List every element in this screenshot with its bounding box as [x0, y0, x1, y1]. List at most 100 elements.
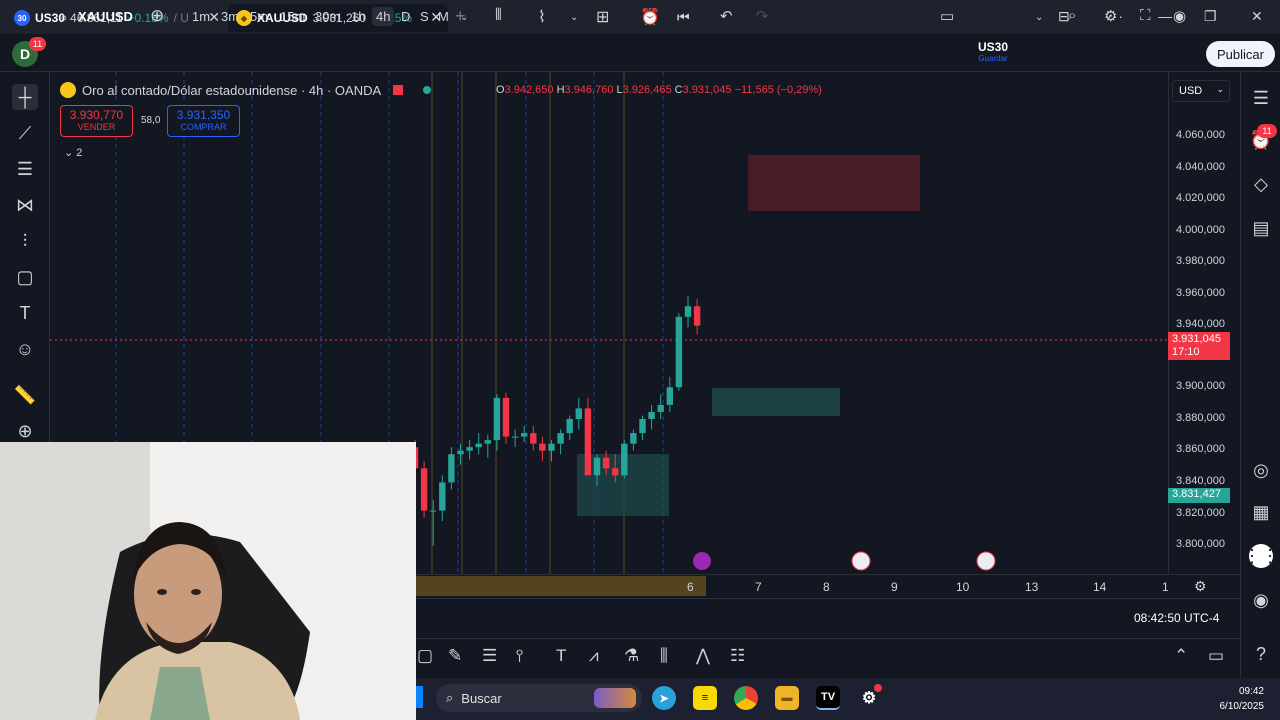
- candle-body: [612, 468, 619, 476]
- volume-profile-icon[interactable]: ⫼: [660, 646, 668, 666]
- fib-tool-icon[interactable]: ☰: [482, 646, 497, 666]
- compare-symbol[interactable]: US30 Guardar: [978, 40, 1008, 63]
- add-symbol-icon[interactable]: ⊕: [150, 6, 164, 26]
- layers-icon[interactable]: ◇: [1249, 172, 1273, 196]
- calendar-icon[interactable]: ▦: [1249, 500, 1273, 524]
- timeframe-4h[interactable]: 4h: [372, 7, 395, 26]
- utc-clock[interactable]: 08:42:50 UTC-4: [1134, 611, 1219, 625]
- brush-icon[interactable]: ✎: [448, 646, 462, 666]
- candle-body: [493, 397, 501, 441]
- candle-body: [639, 418, 646, 434]
- alert-icon[interactable]: ⏰: [640, 7, 660, 27]
- camera-icon[interactable]: ◉: [1173, 7, 1186, 25]
- quick-search-icon[interactable]: ⌕: [1068, 7, 1076, 24]
- close-label: C: [674, 84, 683, 96]
- forecast-icon[interactable]: ⫶: [12, 228, 38, 254]
- timeframe-d[interactable]: D: [401, 9, 410, 24]
- candle-body: [557, 433, 564, 444]
- buy-button[interactable]: 3.931,350 COMPRAR: [167, 105, 240, 137]
- chevron-down-icon[interactable]: ⌄: [570, 12, 578, 23]
- timeframe-5m[interactable]: 5m: [250, 9, 268, 24]
- chat-icon[interactable]: ▤: [1249, 216, 1273, 240]
- date-label: 7: [755, 580, 762, 594]
- system-clock[interactable]: 09:42 6/10/2025: [1200, 684, 1265, 714]
- candle-body: [593, 457, 601, 476]
- emoji-icon[interactable]: ☺: [12, 336, 38, 362]
- timeframe-3m[interactable]: 3m: [221, 9, 239, 24]
- date-label: 14: [1093, 580, 1107, 594]
- settings-icon[interactable]: ⚙: [1104, 7, 1117, 25]
- candle-body: [566, 418, 573, 434]
- pattern-icon[interactable]: ⋈: [12, 192, 38, 218]
- taskbar-search[interactable]: ⌕ Buscar: [436, 684, 642, 712]
- restore-icon[interactable]: ❐: [1204, 8, 1217, 25]
- symbol-search[interactable]: XAUUSD: [78, 9, 133, 24]
- long-short-icon[interactable]: ⫯: [516, 646, 523, 666]
- timeframe-s[interactable]: S: [420, 9, 429, 24]
- layouts-icon[interactable]: ⊞: [596, 7, 609, 27]
- ruler-icon[interactable]: 📏: [12, 382, 38, 408]
- candle-body: [466, 447, 473, 451]
- chevron-down-icon[interactable]: ⌄: [460, 12, 468, 23]
- price-label: 3.960,000: [1176, 287, 1225, 299]
- timeframe-m[interactable]: M: [438, 9, 449, 24]
- shape-icon[interactable]: ▢: [12, 264, 38, 290]
- search-icon[interactable]: ⌕: [60, 9, 68, 26]
- low-value: 3.926,465: [622, 84, 672, 96]
- candle-body: [657, 404, 664, 412]
- sell-button[interactable]: 3.930,770 VENDER: [60, 105, 133, 137]
- price-label: 3.940,000: [1176, 318, 1225, 330]
- target-icon[interactable]: ◎: [1249, 458, 1273, 482]
- fib-icon[interactable]: ☰: [12, 156, 38, 182]
- path-icon[interactable]: ⩘: [589, 646, 599, 666]
- chevron-down-icon[interactable]: ⌄: [1035, 12, 1043, 23]
- notification-dot: [874, 684, 882, 692]
- text-tool-icon[interactable]: T: [556, 646, 566, 666]
- candles-icon[interactable]: ⫴: [495, 7, 502, 25]
- notes-app-icon[interactable]: ≡: [693, 686, 717, 710]
- apps-icon[interactable]: ⋮⋮: [1243, 544, 1279, 568]
- paint-icon[interactable]: ⚗: [624, 646, 639, 666]
- chrome-icon[interactable]: [734, 686, 758, 710]
- axis-settings-icon[interactable]: ⚙: [1194, 578, 1207, 595]
- text-icon[interactable]: T: [12, 300, 38, 326]
- crosshair-icon[interactable]: ┼: [12, 84, 38, 110]
- chevron-up-icon[interactable]: ⌃: [1174, 646, 1188, 666]
- rectangle-icon[interactable]: ▢: [417, 646, 433, 666]
- start-icon[interactable]: [416, 686, 423, 708]
- currency-select[interactable]: USD ⌄: [1172, 80, 1230, 102]
- instrument-title[interactable]: Oro al contado/Dólar estadounidense · 4h…: [82, 83, 381, 98]
- high-label: H: [556, 84, 565, 96]
- telegram-icon[interactable]: ➤: [652, 686, 676, 710]
- timeframe-1h[interactable]: 1h: [351, 9, 365, 24]
- timeframe-30m[interactable]: 30m: [315, 9, 340, 24]
- settings-list-icon[interactable]: ☷: [730, 646, 745, 666]
- fullscreen-box-icon[interactable]: ▭: [940, 7, 954, 25]
- redo-icon[interactable]: ↷: [756, 7, 769, 25]
- file-explorer-icon[interactable]: ▬: [775, 686, 799, 710]
- price-label: 3.840,000: [1176, 475, 1225, 487]
- minimize-icon[interactable]: —: [1158, 8, 1172, 24]
- indicators-count: 2: [76, 147, 83, 159]
- trendline-icon[interactable]: ⟋: [12, 120, 38, 146]
- timeframe-15m[interactable]: 15m: [280, 9, 305, 24]
- indicators-icon[interactable]: ⌇: [538, 7, 546, 27]
- undo-icon[interactable]: ↶: [720, 7, 733, 25]
- zoom-icon[interactable]: ⊕: [12, 418, 38, 444]
- candle-body: [457, 450, 464, 455]
- session-highlight: [416, 576, 706, 596]
- publish-button[interactable]: Publicar: [1206, 41, 1275, 67]
- projection-icon[interactable]: ⋀: [696, 646, 710, 666]
- help-icon[interactable]: ?: [1249, 642, 1273, 666]
- fullscreen-icon[interactable]: ⛶: [1140, 7, 1151, 24]
- price-label: 4.040,000: [1176, 161, 1225, 173]
- maximize-panel-icon[interactable]: ▭: [1208, 646, 1224, 666]
- tradingview-icon[interactable]: TV: [816, 686, 840, 710]
- watchlist-icon[interactable]: ☰: [1249, 86, 1273, 110]
- timeframe-1m[interactable]: 1m: [192, 9, 210, 24]
- stream-icon[interactable]: ◉: [1249, 588, 1273, 612]
- price-label: 4.060,000: [1176, 129, 1225, 141]
- indicators-toggle[interactable]: ⌄ 2: [64, 146, 82, 159]
- close-window-icon[interactable]: ✕: [1251, 8, 1263, 25]
- replay-icon[interactable]: ⏮: [677, 9, 690, 26]
